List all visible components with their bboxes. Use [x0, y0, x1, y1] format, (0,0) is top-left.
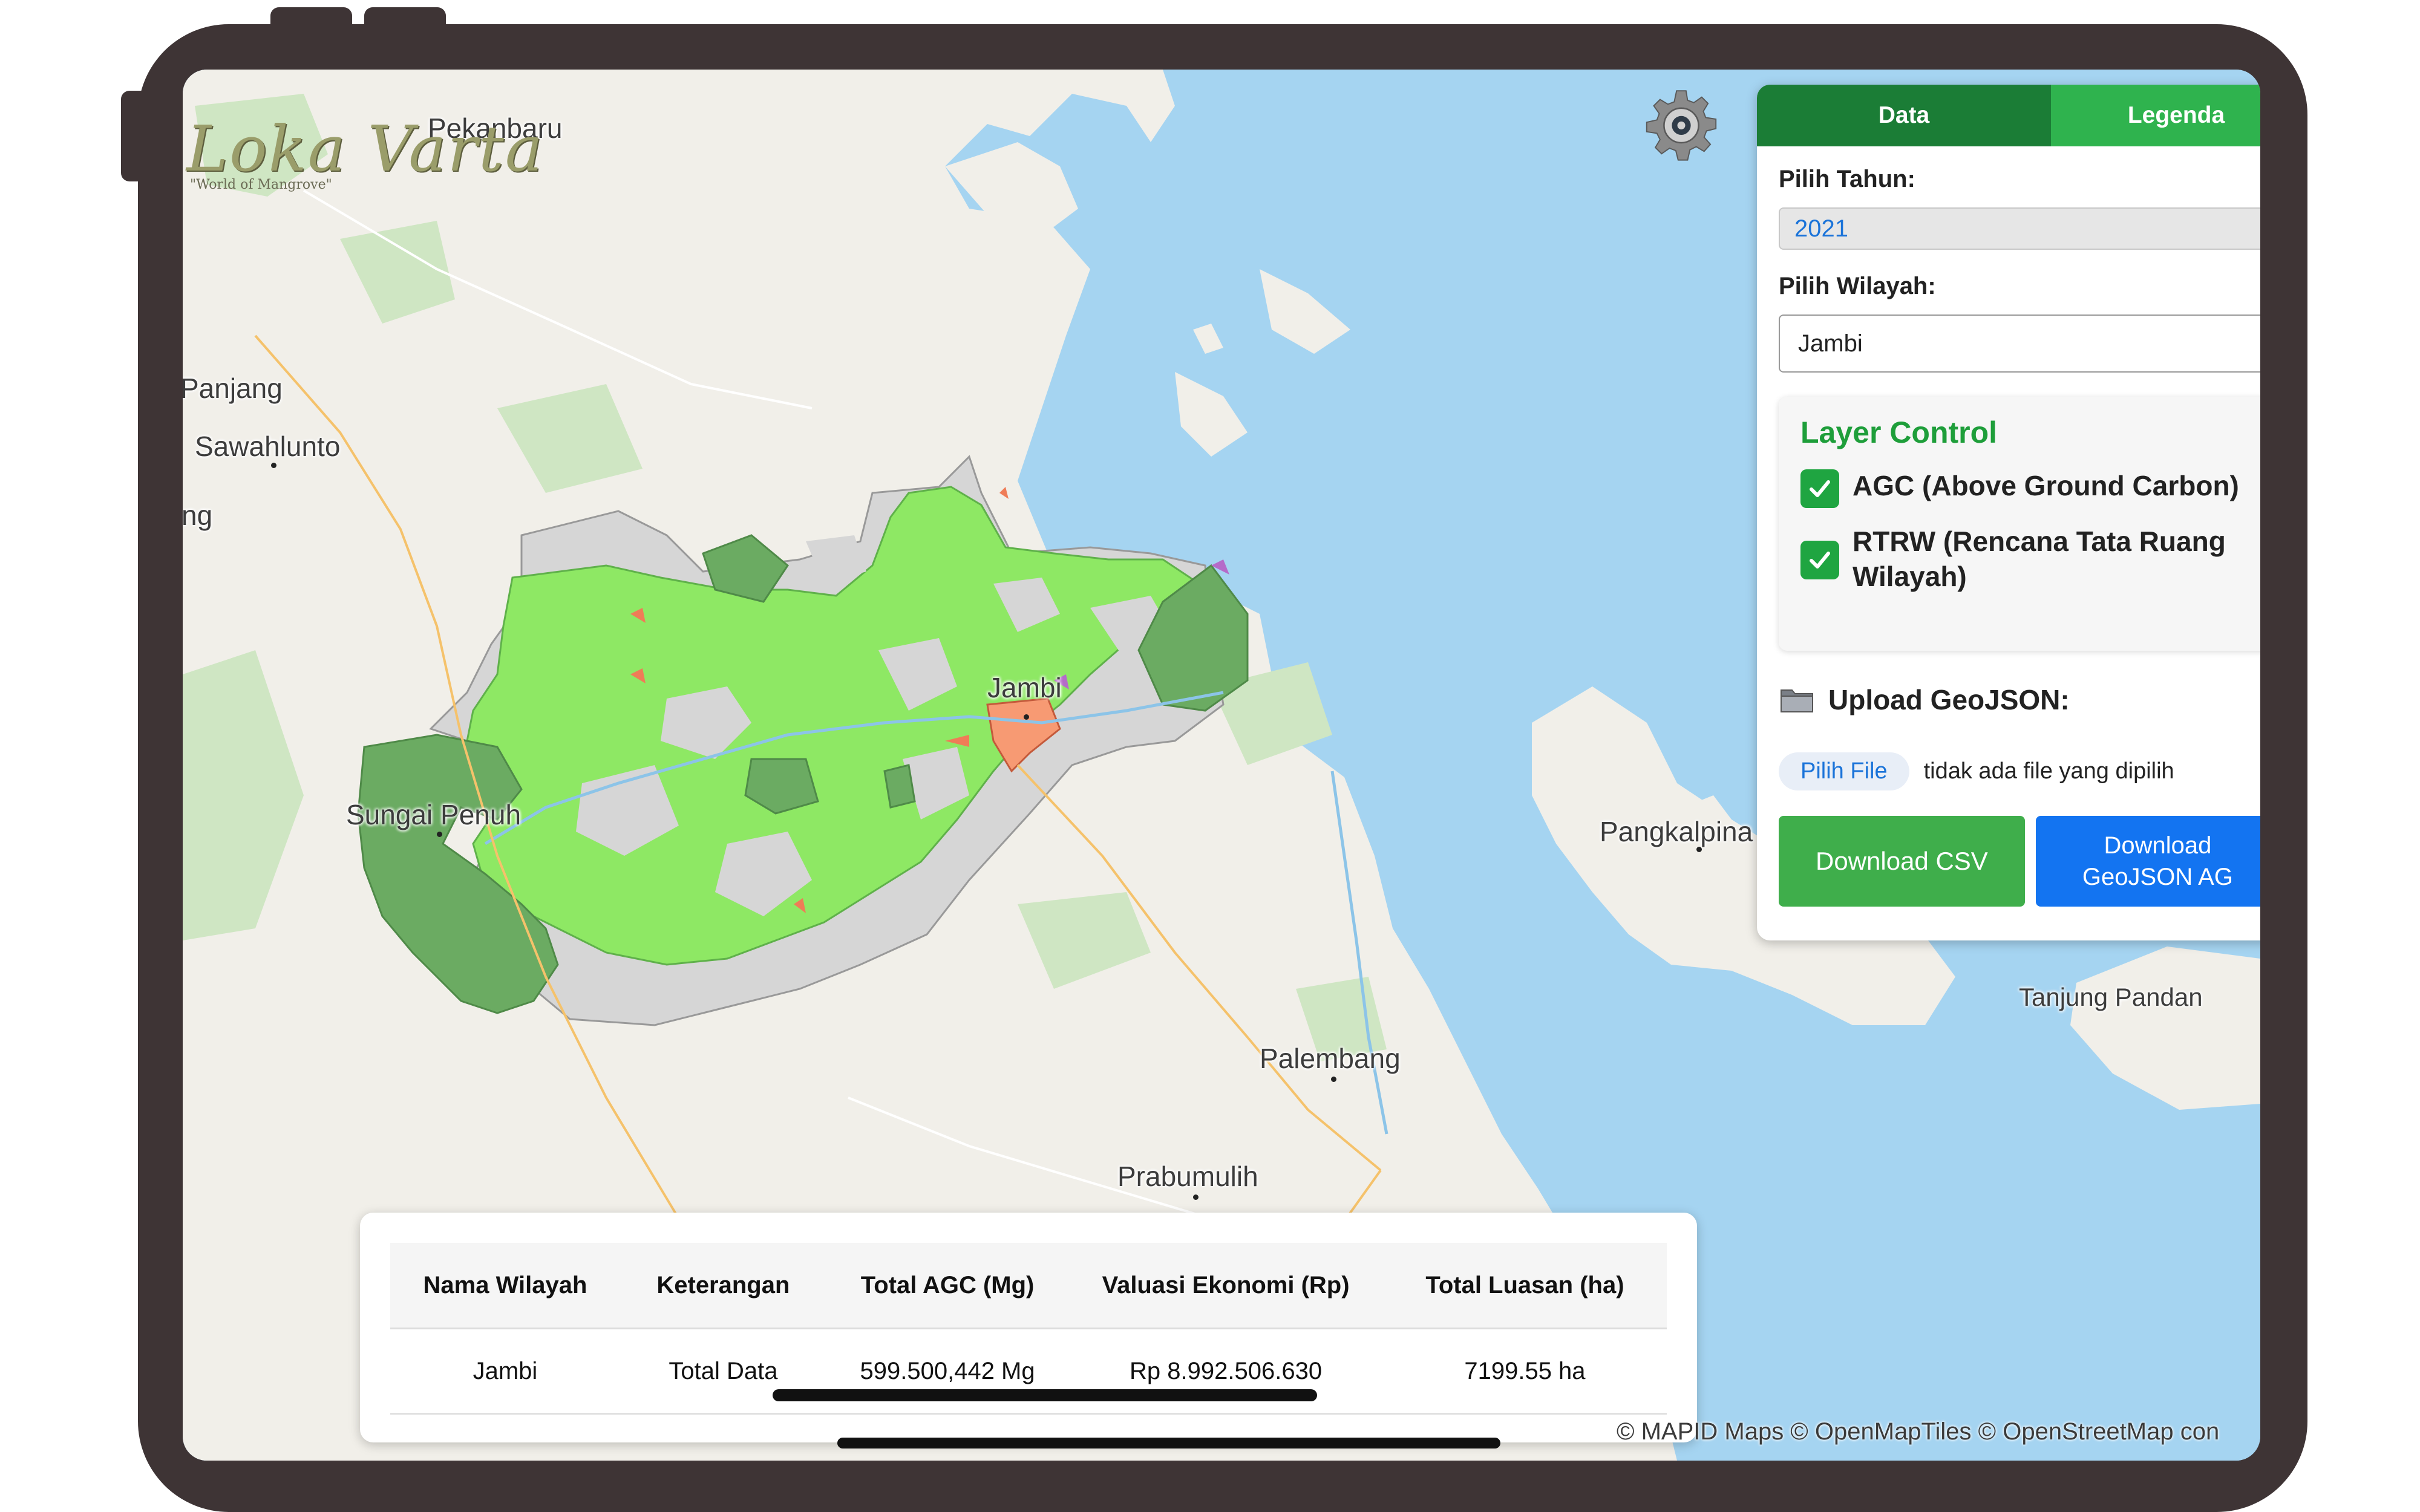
logo-text: Loka Varta — [186, 112, 544, 186]
download-buttons: Download CSV Download GeoJSON AG — [1779, 816, 2260, 907]
map-label-pangkalpinang: Pangkalpina — [1600, 816, 1753, 847]
table-scrollbar[interactable] — [773, 1389, 1317, 1401]
map-label-sawahlunto: Sawahlunto — [195, 431, 341, 462]
tab-legend[interactable]: Legenda — [2051, 85, 2260, 146]
file-status: tidak ada file yang dipilih — [1923, 758, 2174, 784]
map-label-ng: ng — [183, 500, 213, 531]
map-label-jambi: Jambi — [987, 672, 1062, 703]
cell-total-luasan: 7199.55 ha — [1382, 1328, 1667, 1415]
download-csv-button[interactable]: Download CSV — [1779, 816, 2025, 907]
header-total-agc: Total AGC (Mg) — [826, 1243, 1069, 1329]
map-label-panjang: Panjang — [183, 373, 283, 404]
app-logo: Loka Varta "World of Mangrove" — [186, 112, 544, 192]
file-input-row: Pilih File tidak ada file yang dipilih — [1779, 752, 2260, 790]
map-label-sungai-penuh: Sungai Penuh — [346, 799, 522, 830]
agc-dark-center-2 — [883, 764, 916, 809]
region-select[interactable]: Jambi — [1779, 314, 2260, 373]
map-attribution[interactable]: © MAPID Maps © OpenMapTiles © OpenStreet… — [1617, 1418, 2219, 1445]
city-dot-sungai-penuh — [437, 832, 442, 837]
control-panel: Data Legenda Pilih Tahun: 2021 Pilih Wil… — [1757, 85, 2260, 940]
city-dot-sawahlunto — [271, 463, 276, 468]
app-screen: Pekanbaru Panjang Sawahlunto ng Jambi Su… — [183, 70, 2260, 1461]
header-nama-wilayah: Nama Wilayah — [390, 1243, 620, 1329]
panel-tabs: Data Legenda — [1757, 85, 2260, 146]
header-keterangan: Keterangan — [620, 1243, 826, 1329]
city-dot-palembang — [1331, 1077, 1336, 1082]
layer-control-title: Layer Control — [1800, 415, 1998, 449]
download-geojson-button[interactable]: Download GeoJSON AG — [2035, 816, 2260, 907]
upload-header: Upload GeoJSON: — [1779, 683, 2260, 716]
city-dot-pangkalpinang — [1696, 847, 1702, 852]
region-label: Pilih Wilayah: — [1779, 273, 1936, 299]
agc-layer-label: AGC (Above Ground Carbon) — [1853, 470, 2239, 501]
year-label: Pilih Tahun: — [1779, 166, 1915, 192]
panel-body: Pilih Tahun: 2021 Pilih Wilayah: Jambi L… — [1757, 166, 2260, 907]
city-dot-jambi — [1024, 714, 1029, 720]
folder-icon — [1781, 689, 1813, 712]
map-label-prabumulih: Prabumulih — [1117, 1161, 1258, 1192]
layer-row-agc: AGC (Above Ground Carbon) — [1800, 468, 2260, 508]
map-label-palembang: Palembang — [1260, 1043, 1401, 1074]
rtrw-layer-label-line2: Wilayah) — [1853, 561, 1967, 592]
year-select[interactable]: 2021 — [1779, 207, 2260, 250]
rtrw-layer-label: RTRW (Rencana Tata Ruang Wilayah) — [1853, 524, 2226, 594]
choose-file-button[interactable]: Pilih File — [1779, 752, 1909, 790]
map-label-tanjung-pandan: Tanjung Pandan — [2019, 983, 2203, 1011]
tab-data[interactable]: Data — [1757, 85, 2051, 146]
layer-row-rtrw: RTRW (Rencana Tata Ruang Wilayah) — [1800, 524, 2260, 594]
table-header-row: Nama Wilayah Keterangan Total AGC (Mg) V… — [390, 1243, 1667, 1329]
header-total-luasan: Total Luasan (ha) — [1382, 1243, 1667, 1329]
city-dot-prabumulih — [1193, 1194, 1199, 1200]
results-table-card: Nama Wilayah Keterangan Total AGC (Mg) V… — [360, 1213, 1697, 1442]
layer-control-box: Layer Control AGC (Above Ground Carbon) … — [1779, 397, 2260, 651]
rtrw-checkbox[interactable] — [1800, 541, 1839, 579]
header-valuasi-ekonomi: Valuasi Ekonomi (Rp) — [1068, 1243, 1383, 1329]
upload-title: Upload GeoJSON: — [1828, 684, 2070, 715]
gear-icon[interactable] — [1642, 88, 1721, 166]
agc-checkbox[interactable] — [1800, 469, 1839, 508]
rtrw-layer-label-line1: RTRW (Rencana Tata Ruang — [1853, 526, 2226, 557]
cell-nama-wilayah: Jambi — [390, 1328, 620, 1415]
home-indicator[interactable] — [837, 1438, 1500, 1448]
checkmark-icon — [1810, 480, 1830, 497]
checkmark-icon — [1810, 552, 1830, 569]
